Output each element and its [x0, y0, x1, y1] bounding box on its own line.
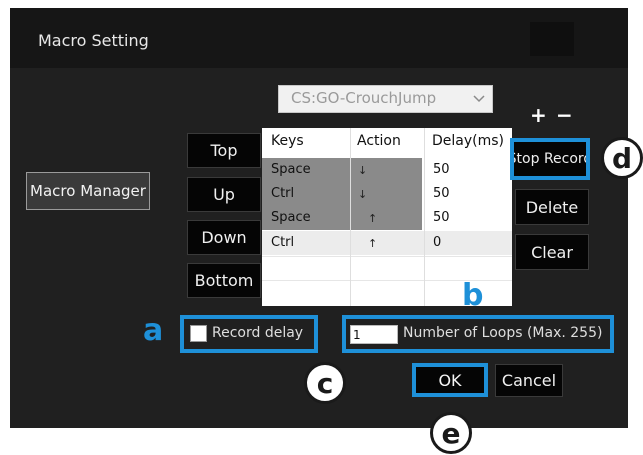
- macro-manager-button[interactable]: Macro Manager: [26, 172, 150, 210]
- move-bottom-button[interactable]: Bottom: [187, 263, 261, 298]
- record-delay-checkbox[interactable]: [190, 325, 207, 342]
- column-header-delay: Delay(ms): [432, 133, 505, 149]
- stop-record-button[interactable]: Stop Record: [510, 138, 590, 180]
- loops-label: Number of Loops (Max. 255): [403, 325, 603, 341]
- remove-step-button[interactable]: −: [556, 103, 573, 127]
- profile-dropdown[interactable]: CS:GO-CrouchJump: [278, 85, 493, 113]
- move-top-button[interactable]: Top: [187, 133, 261, 168]
- cell-action: ↑: [368, 237, 378, 250]
- cell-key: Space: [271, 210, 311, 225]
- cell-delay: 50: [433, 210, 450, 225]
- cancel-button[interactable]: Cancel: [495, 364, 563, 397]
- clear-button[interactable]: Clear: [515, 234, 589, 270]
- delete-button[interactable]: Delete: [515, 189, 589, 225]
- annotation-marker-c: c: [304, 362, 346, 404]
- window-title: Macro Setting: [38, 31, 149, 50]
- annotation-marker-e: e: [430, 412, 472, 454]
- column-divider: [424, 128, 425, 306]
- table-row[interactable]: [262, 182, 512, 206]
- cell-key: Space: [271, 162, 311, 177]
- annotation-marker-b: b: [462, 278, 484, 313]
- move-up-button[interactable]: Up: [187, 177, 261, 212]
- ok-button[interactable]: OK: [412, 363, 488, 397]
- cell-action: ↓: [358, 164, 368, 177]
- chevron-down-icon[interactable]: [470, 88, 488, 110]
- loops-label-clip: Number of Loops (Max. 255): [342, 315, 608, 353]
- add-step-button[interactable]: +: [530, 103, 547, 127]
- row-divider: [262, 256, 512, 257]
- column-header-action: Action: [357, 133, 401, 149]
- cell-delay: 50: [433, 186, 450, 201]
- cell-action: ↓: [358, 188, 368, 201]
- cell-delay: 50: [433, 162, 450, 177]
- annotation-marker-a: a: [143, 313, 164, 348]
- column-header-keys: Keys: [271, 133, 304, 149]
- cell-action: ↑: [368, 212, 378, 225]
- record-delay-label: Record delay: [212, 325, 304, 341]
- column-divider: [350, 128, 351, 306]
- move-down-button[interactable]: Down: [187, 220, 261, 255]
- window-close-area[interactable]: [530, 22, 574, 56]
- cell-key: Ctrl: [271, 186, 295, 201]
- table-row[interactable]: [262, 231, 512, 255]
- annotation-marker-d: d: [601, 137, 643, 179]
- cell-delay: 0: [433, 235, 442, 250]
- cell-key: Ctrl: [271, 235, 295, 250]
